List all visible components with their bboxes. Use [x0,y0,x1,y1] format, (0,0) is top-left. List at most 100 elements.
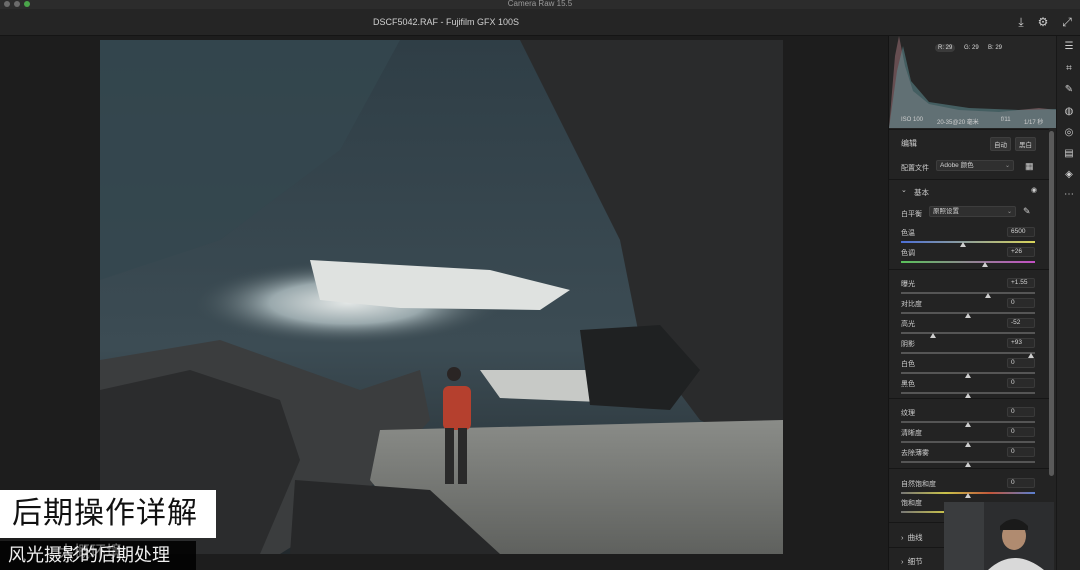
slider-label: 去除薄雾 [901,450,929,457]
slider-value-field[interactable]: +26 [1007,247,1035,257]
slider-handle[interactable] [965,373,971,378]
wb-label: 白平衡 [901,211,922,218]
app-title: Camera Raw 15.5 [507,0,573,8]
slider-label: 对比度 [901,301,922,308]
slider-handle[interactable] [930,333,937,338]
slider-value-field[interactable]: +93 [1007,338,1035,348]
save-icon[interactable]: ⤓ [1014,15,1028,29]
fullscreen-icon[interactable]: ⤢ [1060,15,1074,29]
slider-value-field[interactable]: 6500 [1007,227,1035,237]
divider [889,269,1049,270]
slider-handle[interactable] [982,262,989,267]
slider-label: 曝光 [901,281,915,288]
more-icon[interactable]: ⋯ [1062,188,1076,202]
slider-value-field[interactable]: 0 [1007,298,1035,308]
chevron-right-icon: › [901,533,908,542]
slider-value-field[interactable]: 0 [1007,427,1035,437]
auto-button[interactable]: 自动 [990,137,1011,151]
slider-label: 白色 [901,361,915,368]
ice-cave-photo [100,40,783,554]
edit-panel: R: 29 G: 29 B: 29 ISO 100 20-35@20 毫米 f/… [888,36,1057,570]
slider-track[interactable] [901,241,1035,243]
slider-handle[interactable] [965,422,971,427]
edit-header: 编辑 [901,139,917,148]
curve-label: 曲线 [907,533,923,542]
curve-section[interactable]: › 曲线 [901,532,923,543]
slider-handle[interactable] [985,293,992,298]
slider-label: 饱和度 [901,500,922,507]
panel-scrollbar[interactable] [1049,131,1054,476]
title-bar: Camera Raw 15.5 [0,0,1080,9]
slider-value-field[interactable]: 0 [1007,447,1035,457]
divider [889,129,1049,130]
slider-track[interactable] [901,332,1035,334]
profile-select[interactable]: Adobe 颜色 ⌄ [936,160,1014,171]
slider-value-field[interactable]: 0 [1007,358,1035,368]
slider-label: 纹理 [901,410,915,417]
gear-icon[interactable]: ⚙ [1036,15,1050,29]
eyedropper-icon[interactable]: ✎ [1023,206,1031,217]
rgb-readout-g: G: 29 [964,45,979,51]
rgb-readout-b: B: 29 [988,45,1003,51]
visibility-eye-icon[interactable]: ◉ [1031,186,1037,194]
slider-label: 阴影 [901,341,915,348]
file-bar: DSCF5042.RAF - Fujifilm GFX 100S ⤓ ⚙ ⤢ [0,9,1080,36]
slider-value-field[interactable]: -52 [1007,318,1035,328]
slider-handle[interactable] [965,493,971,498]
profile-label: 配置文件 [901,165,929,172]
slider-track[interactable] [901,261,1035,263]
slider-label: 高光 [901,321,915,328]
presets-icon[interactable]: ◈ [1062,168,1076,182]
caption-title: 后期操作详解 [0,490,216,538]
tool-strip: ☰ ⌗ ✎ ◍ ◎ ▤ ◈ ⋯ [1056,36,1080,570]
watermark-text: 大概环境 [58,544,123,561]
slider-handle[interactable] [965,442,971,447]
slider-label: 色调 [901,250,915,257]
file-name: DSCF5042.RAF - [373,17,447,27]
divider [889,179,1049,180]
presenter-video [944,502,1054,570]
slider-label: 自然饱和度 [901,481,936,488]
exif-shutter: 1/17 秒 [1024,120,1044,126]
basic-section-header[interactable]: 基本 [914,187,929,198]
slider-label: 黑色 [901,381,915,388]
red-eye-icon[interactable]: ◎ [1062,126,1076,140]
slider-label: 清晰度 [901,430,922,437]
webcam-overlay [944,502,1054,570]
slider-handle[interactable] [965,313,971,318]
exif-iso: ISO 100 [901,117,924,123]
detail-label: 细节 [907,557,923,566]
masking-icon[interactable]: ◍ [1062,105,1076,119]
rgb-readout-r: R: 29 [935,44,956,52]
divider [889,468,1049,469]
wb-select[interactable]: 原照设置 ⌄ [929,206,1016,217]
slider-label: 色温 [901,230,915,237]
slider-handle[interactable] [959,242,966,247]
slider-value-field[interactable]: 0 [1007,378,1035,388]
profile-value: Adobe 颜色 [940,162,974,169]
slider-handle[interactable] [965,462,971,467]
edit-sliders-icon[interactable]: ☰ [1062,40,1076,54]
bw-button[interactable]: 黑白 [1015,137,1036,151]
camera-raw-window: Camera Raw 15.5 DSCF5042.RAF - Fujifilm … [0,0,1080,570]
photo-preview[interactable] [100,40,783,554]
histogram[interactable]: R: 29 G: 29 B: 29 ISO 100 20-35@20 毫米 f/… [889,36,1057,128]
slider-track[interactable] [901,352,1035,354]
chevron-down-icon: ⌄ [1006,209,1012,215]
detail-section[interactable]: › 细节 [901,556,923,567]
camera-model: Fujifilm GFX 100S [446,17,520,27]
snapshots-icon[interactable]: ▤ [1062,147,1076,161]
slider-value-field[interactable]: 0 [1007,478,1035,488]
slider-value-field[interactable]: 0 [1007,407,1035,417]
healing-brush-icon[interactable]: ✎ [1062,83,1076,97]
crop-icon[interactable]: ⌗ [1062,62,1076,76]
slider-value-field[interactable]: +1.55 [1007,278,1035,288]
chevron-right-icon: › [901,557,908,566]
slider-track[interactable] [901,292,1035,294]
profile-browser-icon[interactable]: ▦ [1025,161,1034,172]
file-title: DSCF5042.RAF - Fujifilm GFX 100S [373,17,519,27]
wb-value: 原照设置 [933,208,959,215]
basic-chevron-icon[interactable]: ⌄ [901,186,907,194]
chevron-down-icon: ⌄ [1004,163,1010,169]
exif-lens: 20-35@20 毫米 [937,120,979,126]
